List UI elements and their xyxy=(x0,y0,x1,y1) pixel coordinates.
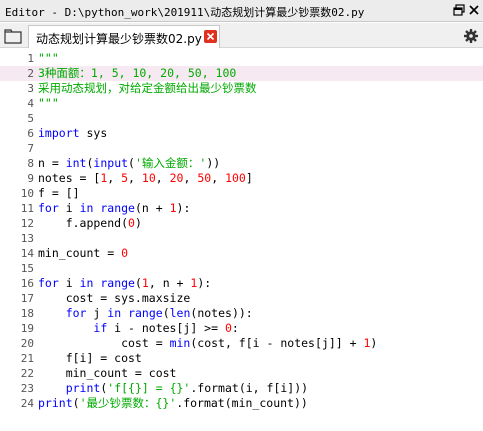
line-number: 17 xyxy=(20,292,34,305)
code-text[interactable]: cost = sys.maxsize xyxy=(38,291,191,306)
code-text[interactable]: print('最少钞票数：{}'.format(min_count)) xyxy=(38,396,308,411)
code-text[interactable]: """ xyxy=(38,51,59,66)
code-text[interactable]: min_count = cost xyxy=(38,366,177,381)
code-line[interactable]: 12 f.append(0) xyxy=(0,216,483,231)
line-number: 8 xyxy=(27,157,34,170)
tab-bar: 动态规划计算最少钞票数02.py xyxy=(0,23,483,48)
code-line[interactable]: 16 for i in range(1, n + 1): xyxy=(0,276,483,291)
code-text[interactable]: 3种面额：1, 5, 10, 20, 50, 100 xyxy=(38,66,236,81)
tab-label: 动态规划计算最少钞票数02.py xyxy=(36,32,202,46)
line-number: 19 xyxy=(20,322,34,335)
code-line[interactable]: 11 for i in range(n + 1): xyxy=(0,201,483,216)
code-text[interactable]: if i - notes[j] >= 0: xyxy=(38,321,238,336)
code-line[interactable]: 15 xyxy=(0,261,483,276)
code-line[interactable]: 17 cost = sys.maxsize xyxy=(0,291,483,306)
line-number: 3 xyxy=(27,82,34,95)
code-text[interactable]: for j in range(len(notes)): xyxy=(38,306,253,321)
code-line[interactable]: 19 if i - notes[j] >= 0: xyxy=(0,321,483,336)
line-number: 21 xyxy=(20,352,34,365)
code-line[interactable]: 13 xyxy=(0,231,483,246)
line-number: 15 xyxy=(20,262,34,275)
undock-icon[interactable] xyxy=(452,3,466,17)
line-number: 7 xyxy=(27,142,34,155)
line-number: 4 xyxy=(27,97,34,110)
line-number: 13 xyxy=(20,232,34,245)
code-text[interactable]: for i in range(1, n + 1): xyxy=(38,276,211,291)
line-number: 24 xyxy=(20,397,34,410)
code-line[interactable]: 4 """ xyxy=(0,96,483,111)
code-line[interactable]: 23 print('f[{}] = {}'.format(i, f[i])) xyxy=(0,381,483,396)
gear-icon[interactable] xyxy=(463,28,479,44)
code-text[interactable]: f = [] xyxy=(38,186,80,201)
code-line[interactable]: 2 3种面额：1, 5, 10, 20, 50, 100 xyxy=(0,66,483,81)
line-number: 10 xyxy=(20,187,34,200)
code-text[interactable]: min_count = 0 xyxy=(38,246,128,261)
code-text[interactable]: notes = [1, 5, 10, 20, 50, 100] xyxy=(38,171,253,186)
line-number: 23 xyxy=(20,382,34,395)
line-number: 1 xyxy=(27,52,34,65)
close-tab-icon[interactable] xyxy=(204,30,217,43)
code-text[interactable]: for i in range(n + 1): xyxy=(38,201,190,216)
code-line[interactable]: 9 notes = [1, 5, 10, 20, 50, 100] xyxy=(0,171,483,186)
code-line[interactable]: 14 min_count = 0 xyxy=(0,246,483,261)
line-number: 18 xyxy=(20,307,34,320)
line-number: 5 xyxy=(27,112,34,125)
window-title: Editor - D:\python_work\201911\动态规划计算最少钞… xyxy=(5,6,365,19)
code-text[interactable]: f[i] = cost xyxy=(38,351,142,366)
code-text[interactable]: """ xyxy=(38,96,59,111)
code-line[interactable]: 22 min_count = cost xyxy=(0,366,483,381)
window-titlebar: Editor - D:\python_work\201911\动态规划计算最少钞… xyxy=(0,0,483,22)
folder-tab-icon[interactable] xyxy=(4,28,22,44)
line-number: 11 xyxy=(20,202,34,215)
code-text[interactable]: import sys xyxy=(38,126,107,141)
code-line[interactable]: 21 f[i] = cost xyxy=(0,351,483,366)
code-line[interactable]: 5 xyxy=(0,111,483,126)
code-text[interactable]: n = int(input('输入金额：')) xyxy=(38,156,220,171)
line-number: 2 xyxy=(27,67,34,80)
code-line[interactable]: 8 n = int(input('输入金额：')) xyxy=(0,156,483,171)
line-number: 12 xyxy=(20,217,34,230)
code-line[interactable]: 7 xyxy=(0,141,483,156)
tab-file[interactable]: 动态规划计算最少钞票数02.py xyxy=(28,25,220,48)
line-number: 9 xyxy=(27,172,34,185)
code-line[interactable]: 1 """ xyxy=(0,51,483,66)
line-number: 22 xyxy=(20,367,34,380)
code-line[interactable]: 18 for j in range(len(notes)): xyxy=(0,306,483,321)
code-line[interactable]: 10 f = [] xyxy=(0,186,483,201)
close-icon[interactable] xyxy=(467,3,481,17)
code-text[interactable]: cost = min(cost, f[i - notes[j]] + 1) xyxy=(38,336,377,351)
code-text[interactable]: 采用动态规划，对给定金额给出最少钞票数 xyxy=(38,81,257,96)
code-line[interactable]: 3 采用动态规划，对给定金额给出最少钞票数 xyxy=(0,81,483,96)
code-editor[interactable]: 1 """ 2 3种面额：1, 5, 10, 20, 50, 100 3 采用动态规划，对… xyxy=(0,49,483,431)
line-number: 6 xyxy=(27,127,34,140)
line-number: 16 xyxy=(20,277,34,290)
line-number: 20 xyxy=(20,337,34,350)
code-line[interactable]: 24 print('最少钞票数：{}'.format(min_count)) xyxy=(0,396,483,411)
code-line[interactable]: 20 cost = min(cost, f[i - notes[j]] + 1) xyxy=(0,336,483,351)
line-number: 14 xyxy=(20,247,34,260)
code-text[interactable]: print('f[{}] = {}'.format(i, f[i])) xyxy=(38,381,308,396)
code-text[interactable]: f.append(0) xyxy=(38,216,142,231)
code-line[interactable]: 6 import sys xyxy=(0,126,483,141)
